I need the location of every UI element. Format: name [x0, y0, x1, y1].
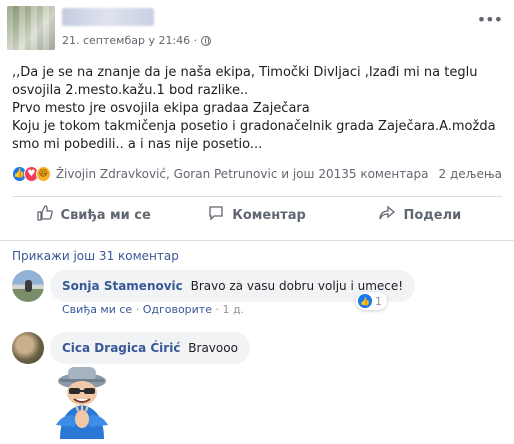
- globe-icon: [201, 35, 212, 46]
- commenter-avatar[interactable]: [12, 270, 44, 302]
- author-name-blurred[interactable]: [62, 8, 154, 26]
- share-arrow-icon: [379, 205, 396, 225]
- haha-reaction-icon[interactable]: 😆: [35, 166, 51, 182]
- shares-count[interactable]: 2 дељења: [439, 167, 502, 181]
- comment-text: Bravooo: [188, 341, 238, 355]
- like-reaction-icon: 👍: [358, 294, 372, 308]
- action-bar: Свиђа ми се Коментар Подели: [12, 199, 502, 231]
- comment-reaction-count: 1: [375, 294, 382, 308]
- more-options-icon[interactable]: •••: [477, 10, 503, 29]
- share-button[interactable]: Подели: [339, 199, 502, 231]
- comment-like-link[interactable]: Свиђа ми се: [62, 303, 132, 316]
- post-text-line: Koju je tokom takmičenja posetio i grado…: [12, 119, 496, 152]
- post-timestamp[interactable]: 21. септембар у 21:46 ·: [62, 34, 212, 47]
- comment-reply-link[interactable]: Одговорите: [143, 303, 212, 316]
- comment-bubble: Cica Dragica Ćirić Bravooo: [50, 332, 250, 364]
- comment-author[interactable]: Sonja Stamenovic: [62, 279, 183, 293]
- facebook-post: 21. септембар у 21:46 · ••• ,,Da je se n…: [0, 0, 514, 444]
- reactions-summary: 👍 ♥ 😆 Živojin Zdravković, Goran Petrunov…: [12, 163, 502, 185]
- post-body: ,,Da je se na znanje da je naša ekipa, T…: [12, 64, 502, 154]
- comments-count[interactable]: 35 коментара: [341, 167, 428, 181]
- comment-meta: Свиђа ми се · Одговорите · 1 д.: [62, 303, 245, 316]
- clapping-man-sticker: [56, 367, 108, 439]
- thumbs-up-icon: [36, 205, 53, 225]
- show-more-comments-link[interactable]: Прикажи још 31 коментар: [12, 249, 179, 263]
- commenter-avatar[interactable]: [12, 332, 44, 364]
- like-button[interactable]: Свиђа ми се: [12, 199, 175, 231]
- share-label: Подели: [403, 207, 462, 223]
- comment-reaction-badge[interactable]: 👍 1: [356, 292, 387, 310]
- timestamp-text[interactable]: 21. септембар у 21:46 ·: [62, 34, 197, 47]
- comment-age[interactable]: 1 д.: [222, 303, 244, 316]
- divider: [12, 196, 502, 197]
- author-avatar[interactable]: [7, 6, 55, 50]
- comment-button[interactable]: Коментар: [175, 199, 338, 231]
- comment-text: Bravo za vasu dobru volju i umece!: [190, 279, 404, 293]
- post-text-line: ,,Da je se na znanje da je naša ekipa, T…: [12, 65, 478, 98]
- post-text-line: Prvo mesto jre osvojila ekipa gradaa Zaj…: [12, 101, 310, 116]
- comment-author[interactable]: Cica Dragica Ćirić: [62, 341, 180, 355]
- comment-icon: [208, 205, 224, 225]
- comment-label: Коментар: [232, 207, 306, 223]
- reactors-names[interactable]: Živojin Zdravković, Goran Petrunovic и ј…: [56, 167, 341, 181]
- like-label: Свиђа ми се: [60, 207, 151, 223]
- divider: [0, 240, 514, 241]
